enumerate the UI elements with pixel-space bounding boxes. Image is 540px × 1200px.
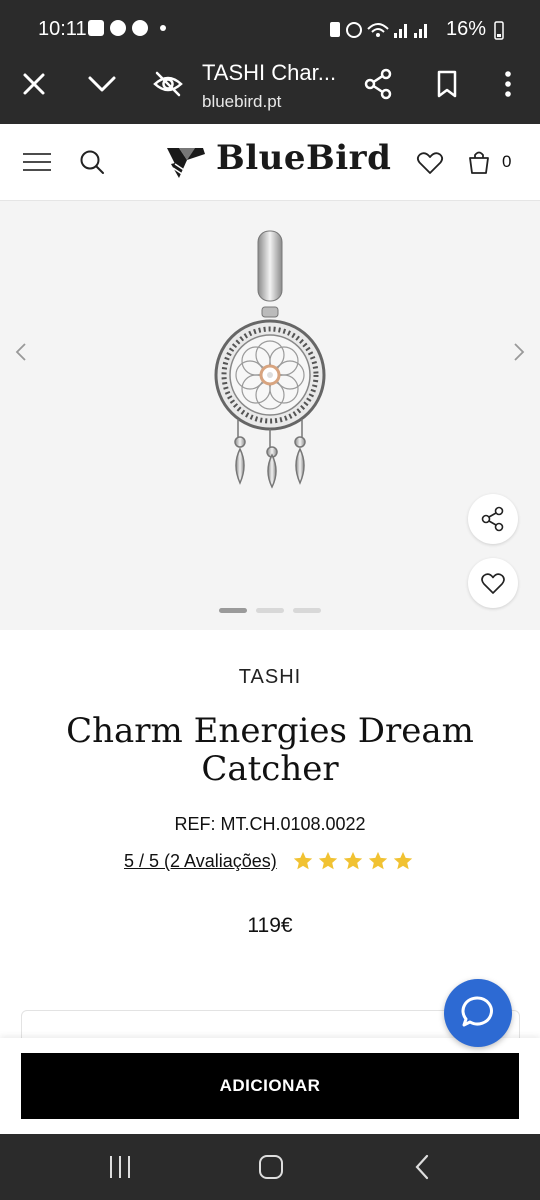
facebook-notification-icon (110, 20, 126, 36)
shopping-bag-icon[interactable] (466, 148, 492, 176)
site-header: BlueBird 0 (0, 124, 540, 201)
share-icon[interactable] (358, 64, 398, 104)
product-price: 119€ (247, 914, 293, 937)
system-icons: 16% (328, 18, 504, 41)
gallery-pager-dot-2[interactable] (256, 608, 284, 613)
rating-stars (292, 850, 414, 872)
gallery-pager-dot-1[interactable] (219, 608, 247, 613)
eye-off-icon[interactable] (148, 64, 188, 104)
signal-wifi-alarm-icons (329, 21, 427, 38)
gallery-next-arrow-icon[interactable] (508, 341, 530, 363)
product-brand[interactable]: TASHI (0, 666, 540, 689)
product-gallery[interactable] (0, 201, 540, 630)
star-icon (343, 851, 363, 870)
heart-icon (481, 573, 505, 594)
status-time: 10:11 (38, 18, 87, 40)
more-vert-icon[interactable] (488, 64, 528, 104)
product-reference: REF: MT.CH.0108.0022 (174, 814, 366, 834)
share-icon (481, 506, 504, 532)
browser-toolbar: TASHI Char... bluebird.pt (0, 58, 540, 124)
page-url[interactable]: bluebird.pt (202, 92, 281, 112)
star-icon (393, 851, 413, 870)
product-title: Charm Energies Dream Catcher (66, 711, 474, 789)
tab-title[interactable]: TASHI Char... (202, 60, 336, 86)
wishlist-heart-icon[interactable] (416, 150, 444, 176)
back-icon[interactable] (410, 1153, 436, 1181)
bookmark-icon[interactable] (427, 64, 467, 104)
home-icon[interactable] (256, 1153, 286, 1181)
star-icon (368, 851, 388, 870)
site-logo[interactable]: BlueBird (216, 138, 391, 178)
notification-icons (88, 20, 166, 36)
chevron-down-icon[interactable] (82, 64, 122, 104)
share-button[interactable] (468, 494, 518, 544)
star-icon (293, 851, 313, 870)
add-to-cart-button[interactable]: ADICIONAR (21, 1053, 519, 1119)
star-icon (318, 851, 338, 870)
product-image (214, 230, 326, 489)
chat-bubble-icon (461, 996, 493, 1027)
bluebird-logo-mark[interactable] (165, 142, 209, 182)
battery-text: 16% (445, 18, 486, 40)
cart-count[interactable]: 0 (502, 152, 511, 172)
gallery-pager-dot-3[interactable] (293, 608, 321, 613)
close-icon[interactable] (14, 64, 54, 104)
facebook-notification-icon-2 (132, 20, 148, 36)
recent-apps-icon[interactable] (106, 1154, 134, 1180)
add-to-wishlist-button[interactable] (468, 558, 518, 608)
chat-button[interactable] (444, 979, 512, 1047)
rating-link[interactable]: 5 / 5 (2 Avaliações) (124, 851, 277, 872)
menu-icon[interactable] (20, 148, 54, 176)
more-notifications-dot (160, 25, 166, 31)
gallery-notification-icon (88, 20, 104, 36)
search-icon[interactable] (78, 148, 106, 176)
gallery-prev-arrow-icon[interactable] (10, 341, 32, 363)
system-navigation-bar (0, 1134, 540, 1200)
status-bar: 10:11 16% (0, 0, 540, 58)
battery-icon (494, 20, 504, 40)
